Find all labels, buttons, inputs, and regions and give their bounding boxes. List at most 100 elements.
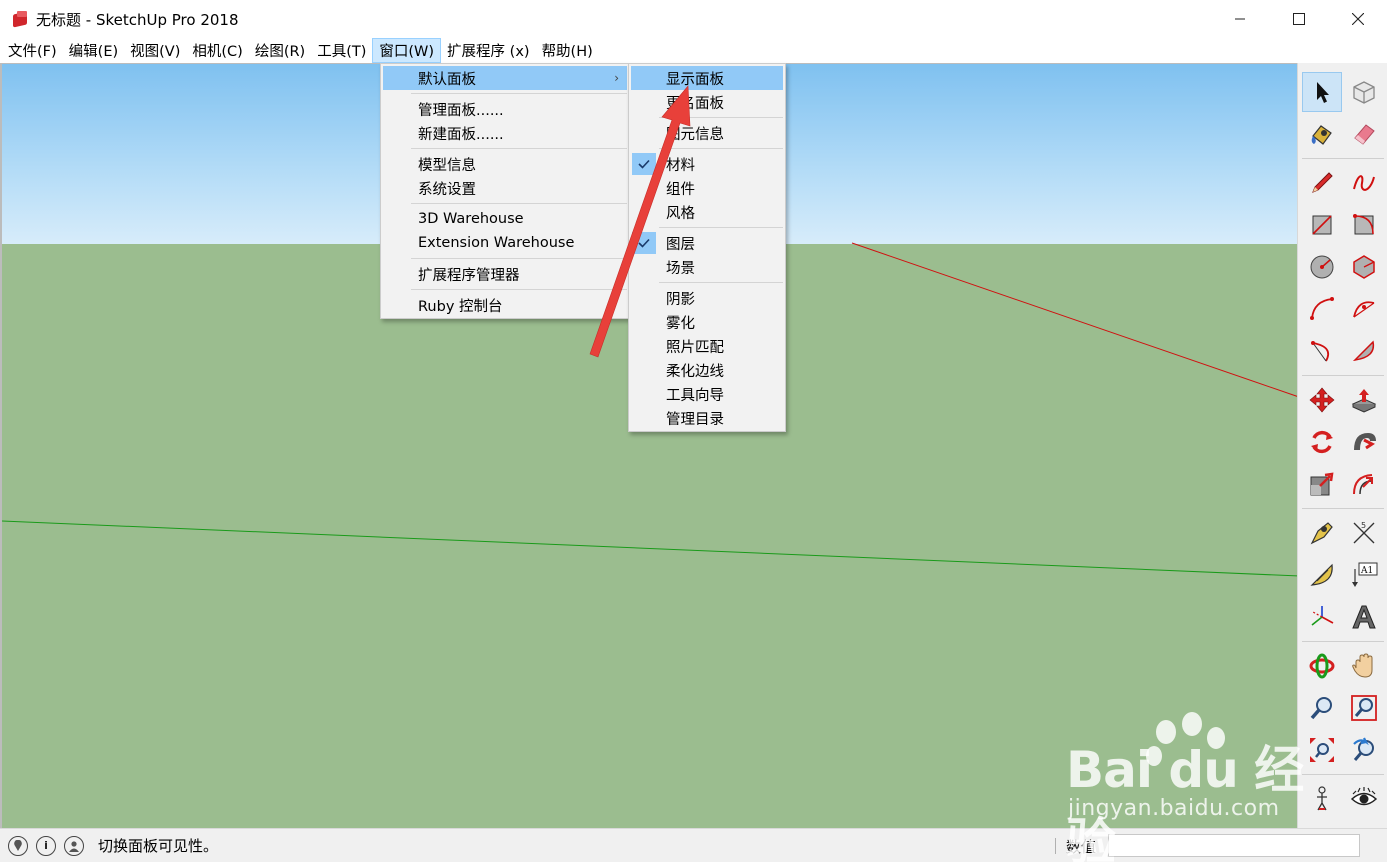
close-button[interactable]: [1328, 0, 1387, 38]
menu-item-preferences[interactable]: 系统设置: [383, 176, 627, 200]
submenu-item-shadows[interactable]: 阴影: [631, 286, 783, 310]
three-point-arc-tool-button[interactable]: [1302, 331, 1342, 371]
submenu-item-fog[interactable]: 雾化: [631, 310, 783, 334]
window-controls: [1210, 0, 1387, 38]
maximize-button[interactable]: [1269, 0, 1328, 38]
menu-item-label: 照片匹配: [666, 339, 724, 356]
two-point-arc-tool-button[interactable]: [1344, 289, 1384, 329]
zoom-window-tool-button[interactable]: [1344, 688, 1384, 728]
rotate-tool-button[interactable]: [1302, 422, 1342, 462]
select-tool-button[interactable]: [1302, 72, 1342, 112]
submenu-item-layers[interactable]: 图层: [631, 231, 783, 255]
window-menu-dropdown: 默认面板 › 管理面板...... 新建面板...... 模型信息 系统设置 3…: [380, 63, 630, 319]
menu-item-label: 更名面板: [666, 95, 724, 112]
component-tool-button[interactable]: [1344, 72, 1384, 112]
svg-text:5: 5: [1361, 521, 1366, 530]
follow-me-tool-button[interactable]: [1344, 422, 1384, 462]
line-tool-button[interactable]: [1302, 163, 1342, 203]
scale-tool-button[interactable]: [1302, 464, 1342, 504]
minimize-button[interactable]: [1210, 0, 1269, 38]
eraser-tool-button[interactable]: [1344, 114, 1384, 154]
freehand-curve-icon: [1353, 175, 1375, 191]
submenu-item-outliner[interactable]: 管理目录: [631, 406, 783, 430]
submenu-item-entity-info[interactable]: 图元信息: [631, 121, 783, 145]
menu-tools[interactable]: 工具(T): [311, 38, 372, 63]
text-tool-button[interactable]: A1: [1344, 555, 1384, 595]
select-arrow-icon: [1317, 82, 1329, 103]
minimize-icon: [1234, 18, 1245, 20]
3d-text-icon: [1352, 605, 1376, 629]
user-account-icon[interactable]: [64, 835, 84, 856]
pie-tool-button[interactable]: [1344, 331, 1384, 371]
green-axis: [2, 520, 1297, 577]
menu-item-3d-warehouse[interactable]: 3D Warehouse: [383, 207, 627, 231]
menu-item-extension-warehouse[interactable]: Extension Warehouse: [383, 231, 627, 255]
polygon-icon: [1353, 255, 1375, 279]
watermark-url: jingyan.baidu.com: [1068, 796, 1280, 821]
orbit-tool-button[interactable]: [1302, 646, 1342, 686]
menu-help[interactable]: 帮助(H): [536, 38, 599, 63]
menu-file[interactable]: 文件(F): [2, 38, 63, 63]
two-point-arc-icon: [1353, 301, 1375, 318]
submenu-item-instructor[interactable]: 工具向导: [631, 382, 783, 406]
close-icon: [1351, 13, 1364, 25]
submenu-item-scenes[interactable]: 场景: [631, 255, 783, 279]
dimension-tool-button[interactable]: 5: [1344, 513, 1384, 553]
title-bar: 无标题 - SketchUp Pro 2018: [0, 0, 1387, 38]
menu-draw[interactable]: 绘图(R): [249, 38, 311, 63]
submenu-item-styles[interactable]: 风格: [631, 200, 783, 224]
tape-measure-tool-button[interactable]: [1302, 513, 1342, 553]
checkmark-icon: [632, 232, 656, 254]
menu-item-ruby-console[interactable]: Ruby 控制台: [383, 293, 627, 317]
menu-window[interactable]: 窗口(W): [372, 38, 442, 63]
push-pull-tool-button[interactable]: [1344, 380, 1384, 420]
menu-item-extension-manager[interactable]: 扩展程序管理器: [383, 262, 627, 286]
menu-view[interactable]: 视图(V): [124, 38, 186, 63]
submenu-item-materials[interactable]: 材料: [631, 152, 783, 176]
eraser-icon: [1354, 124, 1375, 145]
text-tool-label: A1: [1360, 566, 1373, 576]
3d-text-tool-button[interactable]: [1344, 597, 1384, 637]
arc-tool-button[interactable]: [1302, 289, 1342, 329]
menu-item-new-panel[interactable]: 新建面板......: [383, 121, 627, 145]
submenu-item-show-panel[interactable]: 显示面板: [631, 66, 783, 90]
status-divider: [1055, 838, 1056, 854]
rotated-rectangle-tool-button[interactable]: [1344, 205, 1384, 245]
submenu-arrow-icon: ›: [614, 71, 619, 85]
menu-bar: 文件(F) 编辑(E) 视图(V) 相机(C) 绘图(R) 工具(T) 窗口(W…: [0, 38, 1387, 63]
menu-edit[interactable]: 编辑(E): [63, 38, 124, 63]
tape-measure-icon: [1310, 522, 1333, 545]
orbit-icon: [1309, 653, 1335, 679]
menu-item-label: 图层: [666, 236, 695, 253]
paint-bucket-tool-button[interactable]: [1302, 114, 1342, 154]
circle-tool-button[interactable]: [1302, 247, 1342, 287]
submenu-item-soften-edges[interactable]: 柔化边线: [631, 358, 783, 382]
submenu-item-components[interactable]: 组件: [631, 176, 783, 200]
geo-location-icon[interactable]: [8, 835, 28, 856]
look-around-tool-button[interactable]: [1344, 779, 1384, 819]
menu-extensions[interactable]: 扩展程序 (x): [441, 38, 536, 63]
menu-item-default-panels[interactable]: 默认面板 ›: [383, 66, 627, 90]
axes-tool-button[interactable]: [1302, 597, 1342, 637]
menu-camera[interactable]: 相机(C): [186, 38, 248, 63]
default-panel-submenu: 显示面板 更名面板 图元信息 材料 组件 风格 图层 场景 阴影 雾化 照片匹配…: [628, 63, 786, 432]
menu-item-manage-panels[interactable]: 管理面板......: [383, 97, 627, 121]
pan-tool-button[interactable]: [1344, 646, 1384, 686]
menu-item-label: 默认面板: [418, 71, 476, 88]
offset-tool-button[interactable]: [1344, 464, 1384, 504]
rotate-icon: [1311, 430, 1333, 454]
previous-view-tool-button[interactable]: [1344, 730, 1384, 770]
move-tool-button[interactable]: [1302, 380, 1342, 420]
menu-item-label: 显示面板: [666, 71, 724, 88]
scale-icon: [1310, 472, 1334, 496]
rectangle-tool-button[interactable]: [1302, 205, 1342, 245]
info-icon[interactable]: i: [36, 835, 56, 856]
polygon-tool-button[interactable]: [1344, 247, 1384, 287]
submenu-item-rename-panel[interactable]: 更名面板: [631, 90, 783, 114]
menu-item-model-info[interactable]: 模型信息: [383, 152, 627, 176]
sketchup-app-icon: [12, 10, 30, 28]
rotated-rectangle-icon: [1353, 214, 1374, 235]
freehand-tool-button[interactable]: [1344, 163, 1384, 203]
protractor-tool-button[interactable]: [1302, 555, 1342, 595]
submenu-item-match-photo[interactable]: 照片匹配: [631, 334, 783, 358]
